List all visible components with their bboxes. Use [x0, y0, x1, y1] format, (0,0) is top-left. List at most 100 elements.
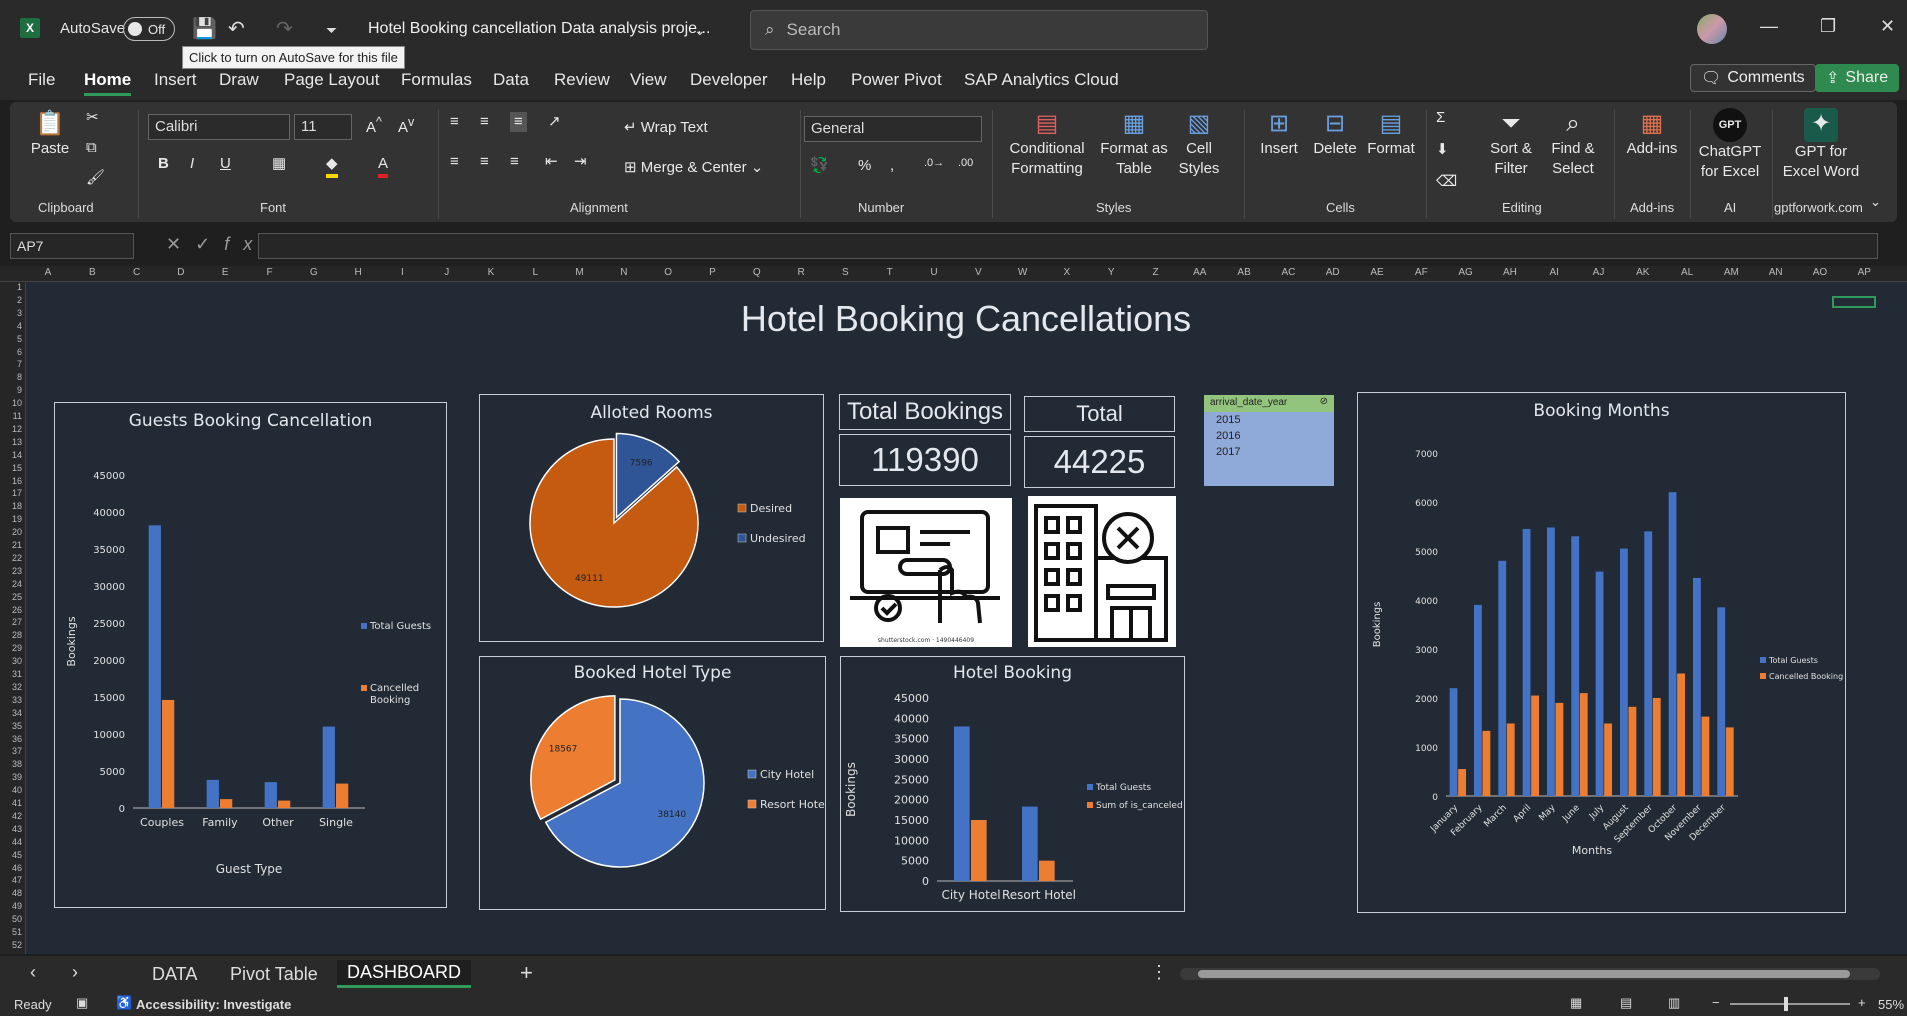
format-cells-button[interactable]: ▤ Format	[1366, 108, 1416, 159]
row-header[interactable]: 14	[0, 450, 22, 463]
tab-data[interactable]: Data	[493, 70, 529, 90]
clear-filter-icon[interactable]: ⊘	[1320, 396, 1328, 407]
column-header[interactable]: R	[779, 267, 823, 278]
formula-input[interactable]	[258, 233, 1878, 259]
booked-hotel-type-chart[interactable]: Booked Hotel Type 38140 18567 City Hotel Re…	[479, 656, 828, 910]
row-header[interactable]: 15	[0, 463, 22, 476]
sheet-tab-data[interactable]: DATA	[152, 964, 197, 985]
row-header[interactable]: 17	[0, 488, 22, 501]
increase-decimal-icon[interactable]: .0→	[924, 156, 944, 170]
row-header[interactable]: 39	[0, 772, 22, 785]
column-header[interactable]: U	[912, 267, 956, 278]
zoom-slider[interactable]	[1730, 997, 1850, 1011]
column-header[interactable]: N	[602, 267, 646, 278]
selected-cell-ap7[interactable]	[1832, 296, 1876, 308]
increase-indent-icon[interactable]: ⇥	[574, 152, 587, 172]
tab-file[interactable]: File	[28, 70, 55, 90]
zoom-slider-thumb[interactable]	[1784, 997, 1788, 1011]
column-header[interactable]: AI	[1532, 267, 1576, 278]
row-header[interactable]: 31	[0, 669, 22, 682]
column-header[interactable]: AP	[1842, 267, 1886, 278]
row-header[interactable]: 2	[0, 295, 22, 308]
row-header[interactable]: 6	[0, 347, 22, 360]
column-header[interactable]: Z	[1134, 267, 1178, 278]
align-middle-icon[interactable]: ≡	[480, 112, 489, 132]
format-painter-icon[interactable]: 🖌	[86, 168, 105, 188]
cancel-icon[interactable]: ✕	[166, 234, 195, 254]
column-header[interactable]: X	[1045, 267, 1089, 278]
column-header[interactable]: T	[868, 267, 912, 278]
page-break-view-icon[interactable]: ▥	[1668, 995, 1680, 1011]
orientation-icon[interactable]: ↗	[548, 112, 561, 132]
align-bottom-icon[interactable]: ≡	[510, 112, 527, 132]
accessibility-icon[interactable]: ♿	[116, 995, 132, 1011]
column-header[interactable]: G	[292, 267, 336, 278]
row-header[interactable]: 38	[0, 759, 22, 772]
percent-icon[interactable]: %	[858, 156, 871, 176]
number-format-select[interactable]: General	[804, 116, 982, 142]
column-header[interactable]: I	[380, 267, 424, 278]
avatar[interactable]	[1697, 14, 1727, 44]
tab-formulas[interactable]: Formulas	[401, 70, 472, 90]
column-header[interactable]: M	[558, 267, 602, 278]
column-header[interactable]: L	[513, 267, 557, 278]
year-slicer[interactable]: arrival_date_year ⊘ 2015 2016 2017	[1204, 395, 1334, 486]
chevron-down-icon[interactable]: ⌄	[694, 22, 706, 39]
comments-button[interactable]: 🗨 Comments	[1690, 64, 1816, 92]
row-header[interactable]: 26	[0, 605, 22, 618]
row-header[interactable]: 50	[0, 914, 22, 927]
tab-insert[interactable]: Insert	[154, 70, 197, 90]
fill-icon[interactable]: ⬇	[1436, 140, 1449, 160]
row-header[interactable]: 23	[0, 566, 22, 579]
column-header[interactable]: AF	[1399, 267, 1443, 278]
tab-review[interactable]: Review	[554, 70, 610, 90]
collapse-ribbon-icon[interactable]: ⌄	[1870, 194, 1881, 211]
normal-view-icon[interactable]: ▦	[1570, 995, 1582, 1011]
macro-record-icon[interactable]: ▣	[76, 995, 88, 1011]
row-header[interactable]: 4	[0, 321, 22, 334]
column-header[interactable]: B	[70, 267, 114, 278]
font-size-select[interactable]: 11	[294, 114, 352, 140]
zoom-in-icon[interactable]: +	[1858, 995, 1866, 1010]
cell-styles-button[interactable]: ▧ Cell Styles	[1174, 108, 1224, 178]
comma-icon[interactable]: ,	[890, 156, 894, 176]
slicer-item-2016[interactable]: 2016	[1204, 428, 1334, 444]
align-center-icon[interactable]: ≡	[480, 152, 489, 172]
row-header[interactable]: 41	[0, 798, 22, 811]
column-header[interactable]: O	[646, 267, 690, 278]
row-header[interactable]: 37	[0, 746, 22, 759]
wrap-text-button[interactable]: ↵ Wrap Text	[624, 118, 708, 138]
restore-icon[interactable]: ❐	[1820, 16, 1836, 37]
format-as-table-button[interactable]: ▦ Format as Table	[1096, 108, 1172, 178]
customize-toolbar-icon[interactable]: ⏷	[326, 22, 337, 39]
enter-icon[interactable]: ✓	[195, 234, 224, 254]
column-header[interactable]: Y	[1089, 267, 1133, 278]
guests-booking-chart[interactable]: Guests Booking Cancellation 0 5000 10000 15…	[54, 402, 447, 908]
alloted-rooms-chart[interactable]: Alloted Rooms 49111 7596 Desired Undesired	[479, 394, 824, 642]
scrollbar-thumb[interactable]	[1198, 970, 1850, 978]
row-header[interactable]: 35	[0, 721, 22, 734]
borders-icon[interactable]: ▦	[272, 154, 286, 174]
currency-icon[interactable]: 💱	[810, 156, 829, 176]
row-header[interactable]: 47	[0, 875, 22, 888]
tab-help[interactable]: Help	[791, 70, 826, 90]
close-icon[interactable]: ✕	[1880, 16, 1895, 37]
column-header[interactable]: A	[26, 267, 70, 278]
column-header[interactable]: S	[823, 267, 867, 278]
horizontal-scrollbar[interactable]	[1180, 968, 1880, 980]
sheet-tab-pivot-table[interactable]: Pivot Table	[230, 964, 318, 985]
sort-filter-button[interactable]: ⏷ Sort & Filter	[1484, 108, 1538, 178]
row-header[interactable]: 43	[0, 824, 22, 837]
autosum-icon[interactable]: Σ	[1436, 108, 1445, 128]
column-header[interactable]: J	[425, 267, 469, 278]
accessibility-status[interactable]: Accessibility: Investigate	[136, 997, 291, 1012]
paste-button[interactable]: 📋 Paste	[26, 108, 74, 159]
zoom-level[interactable]: 55%	[1878, 997, 1904, 1012]
scroll-tabs-right-icon[interactable]: ›	[72, 962, 78, 983]
tab-draw[interactable]: Draw	[219, 70, 259, 90]
insert-cells-button[interactable]: ⊞ Insert	[1254, 108, 1304, 159]
decrease-indent-icon[interactable]: ⇤	[545, 152, 558, 172]
row-header[interactable]: 28	[0, 630, 22, 643]
row-header[interactable]: 21	[0, 540, 22, 553]
row-header[interactable]: 16	[0, 476, 22, 489]
